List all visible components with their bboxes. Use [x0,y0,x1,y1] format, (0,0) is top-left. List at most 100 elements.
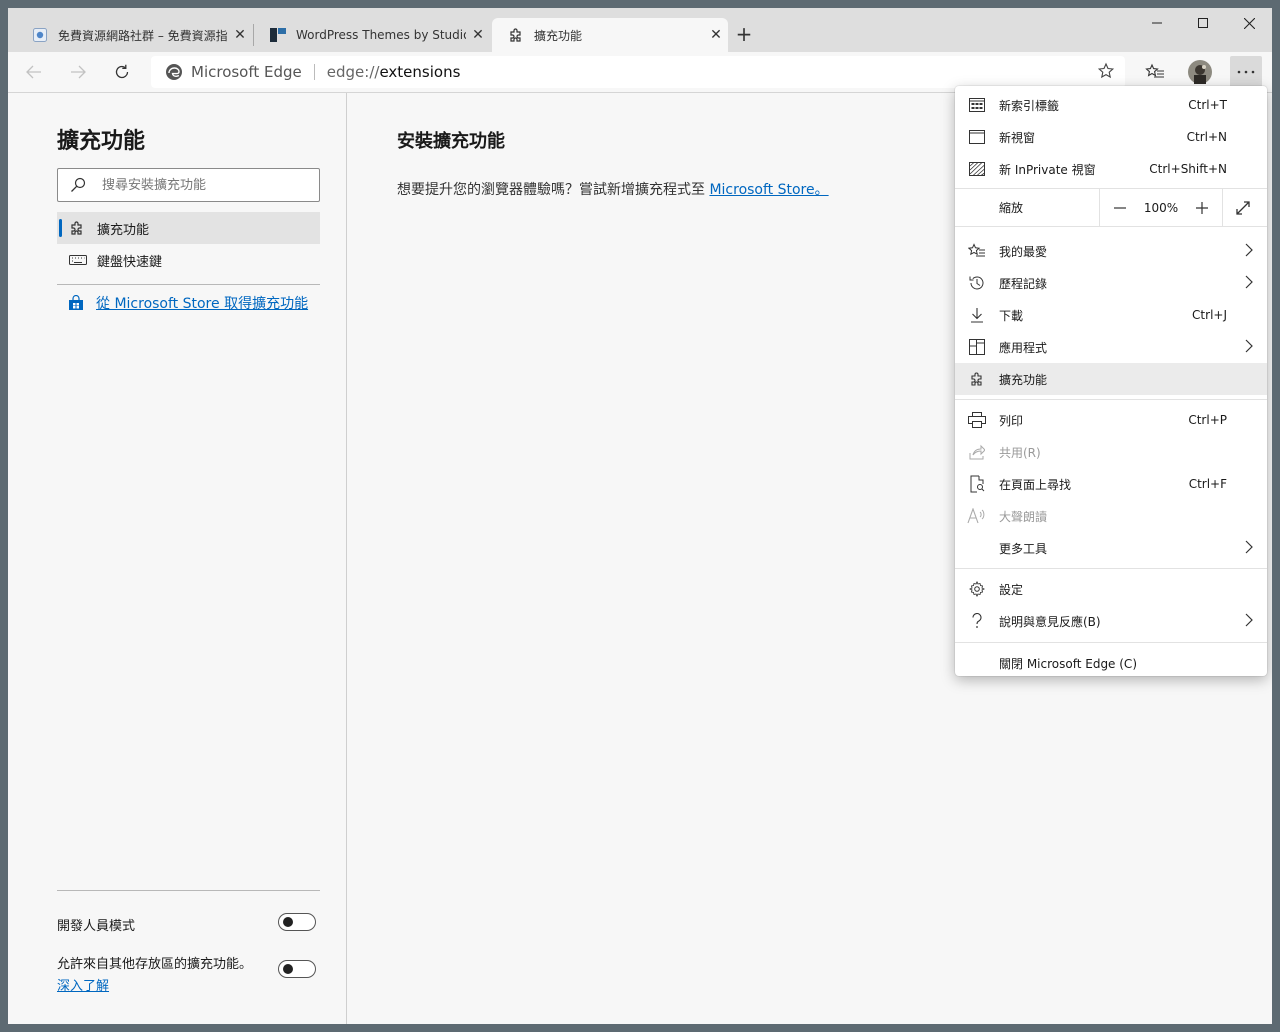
minimize-icon [1152,22,1162,24]
divider [57,284,320,285]
close-icon [1243,17,1255,29]
browser-window: 免費資源網路社群 – 免費資源指南 ✕ WordPress Themes by … [8,8,1272,1024]
close-tab-icon[interactable]: ✕ [466,27,490,43]
extensions-sidebar: 擴充功能 擴充功能 鍵盤快速鍵 從 Microsoft Store 取得 [8,93,347,1024]
sidebar-item-keyboard-shortcuts[interactable]: 鍵盤快速鍵 [57,244,320,276]
puzzle-icon [508,27,524,43]
sidebar-item-extensions[interactable]: 擴充功能 [57,212,320,244]
menu-divider [955,642,1267,643]
zoom-in-button[interactable] [1182,189,1222,226]
toggle-knob [283,917,293,927]
puzzle-icon [69,220,89,236]
settings-menu: 新索引標籤 Ctrl+T 新視窗 Ctrl+N 新 InPrivate 視窗 C… [955,86,1267,676]
full-screen-button[interactable] [1223,189,1263,226]
refresh-icon [115,64,129,79]
chevron-right-icon [1245,540,1253,557]
minus-icon [1114,206,1126,209]
search-input[interactable] [100,176,304,194]
share-icon [967,442,987,462]
add-favorite-icon[interactable] [1097,62,1115,84]
tab-studiopress[interactable]: WordPress Themes by StudioPress ✕ [254,18,490,52]
gear-icon [967,579,987,599]
settings-and-more-button[interactable] [1230,56,1262,88]
menu-label: 擴充功能 [999,372,1048,387]
profile-button[interactable] [1184,56,1216,88]
menu-label: 新視窗 [999,130,1036,145]
forward-button[interactable] [62,56,94,88]
more-dots-icon [1237,70,1255,74]
menu-item-help[interactable]: 說明與意見反應(B) [955,605,1267,637]
developer-mode-row: 開發人員模式 [57,913,320,937]
back-button[interactable] [18,56,50,88]
menu-item-new-tab[interactable]: 新索引標籤 Ctrl+T [955,89,1267,121]
search-extensions-box[interactable] [57,168,320,202]
get-extensions-from-store[interactable]: 從 Microsoft Store 取得擴充功能 [68,293,308,313]
menu-label: 在頁面上尋找 [999,477,1072,492]
favorites-button[interactable] [1139,56,1171,88]
menu-item-apps[interactable]: 應用程式 [955,331,1267,363]
close-tab-icon[interactable]: ✕ [228,27,252,43]
zoom-out-button[interactable] [1100,189,1140,226]
download-icon [967,305,987,325]
puzzle-icon [967,369,987,389]
menu-item-extensions[interactable]: 擴充功能 [955,363,1267,395]
menu-label: 設定 [999,582,1024,597]
tab-extensions[interactable]: 擴充功能 ✕ [492,18,728,52]
menu-divider [955,399,1267,400]
print-icon [967,410,987,430]
refresh-button[interactable] [106,56,138,88]
menu-label: 我的最愛 [999,244,1048,259]
maximize-button[interactable] [1180,8,1226,38]
menu-label: 歷程記錄 [999,276,1048,291]
menu-item-new-window[interactable]: 新視窗 Ctrl+N [955,121,1267,153]
learn-more-link[interactable]: 深入了解 [57,975,109,994]
zoom-value: 100% [1143,200,1179,215]
chevron-right-icon [1245,339,1253,356]
inprivate-window-icon [967,159,987,179]
menu-item-share[interactable]: 共用(R) [955,436,1267,468]
menu-item-find[interactable]: 在頁面上尋找 Ctrl+F [955,468,1267,500]
menu-item-settings[interactable]: 設定 [955,573,1267,605]
menu-label: 更多工具 [999,541,1048,556]
chevron-right-icon [1245,613,1253,630]
menu-item-more-tools[interactable]: 更多工具 [955,532,1267,564]
menu-label: 說明與意見反應(B) [999,614,1101,629]
question-mark-icon [967,611,987,631]
menu-label: 列印 [999,413,1024,428]
menu-item-read-aloud[interactable]: 大聲朗讀 [955,500,1267,532]
menu-shortcut: Ctrl+F [1188,477,1227,491]
sidebar-item-label: 擴充功能 [97,222,150,238]
menu-label: 應用程式 [999,340,1048,355]
close-tab-icon[interactable]: ✕ [704,27,728,43]
store-link[interactable]: 從 Microsoft Store 取得擴充功能 [96,293,308,313]
studiopress-favicon-icon [270,27,286,43]
tab-strip: 免費資源網路社群 – 免費資源指南 ✕ WordPress Themes by … [8,8,1272,52]
chevron-right-icon [1245,243,1253,260]
microsoft-store-link[interactable]: Microsoft Store。 [709,182,828,198]
developer-mode-label: 開發人員模式 [57,919,136,934]
minimize-button[interactable] [1134,8,1180,38]
page-description: 想要提升您的瀏覽器體驗嗎？嘗試新增擴充程式至 Microsoft Store。 [397,179,829,199]
menu-item-favorites[interactable]: 我的最愛 [955,235,1267,267]
menu-item-print[interactable]: 列印 Ctrl+P [955,404,1267,436]
tab-title: 免費資源網路社群 – 免費資源指南 [58,28,228,43]
menu-item-history[interactable]: 歷程記錄 [955,267,1267,299]
menu-item-new-inprivate[interactable]: 新 InPrivate 視窗 Ctrl+Shift+N [955,153,1267,185]
address-divider [313,64,315,80]
search-icon [70,177,90,193]
menu-item-downloads[interactable]: 下載 Ctrl+J [955,299,1267,331]
developer-mode-toggle[interactable] [278,913,316,931]
menu-divider [955,568,1267,569]
allow-other-stores-toggle[interactable] [278,960,316,978]
new-tab-button[interactable]: + [732,22,756,46]
tab-title: WordPress Themes by StudioPress [296,28,466,42]
tab-freegroup[interactable]: 免費資源網路社群 – 免費資源指南 ✕ [16,18,252,52]
address-url-path: extensions [379,63,461,81]
site-favicon-icon [32,27,48,43]
menu-item-close-edge[interactable]: 關閉 Microsoft Edge (C) [955,647,1267,679]
address-url-scheme: edge:// [326,63,380,81]
close-window-button[interactable] [1226,8,1272,38]
new-window-icon [967,127,987,147]
menu-shortcut: Ctrl+J [1192,308,1227,322]
address-bar[interactable]: Microsoft Edge edge:// extensions [151,56,1125,88]
